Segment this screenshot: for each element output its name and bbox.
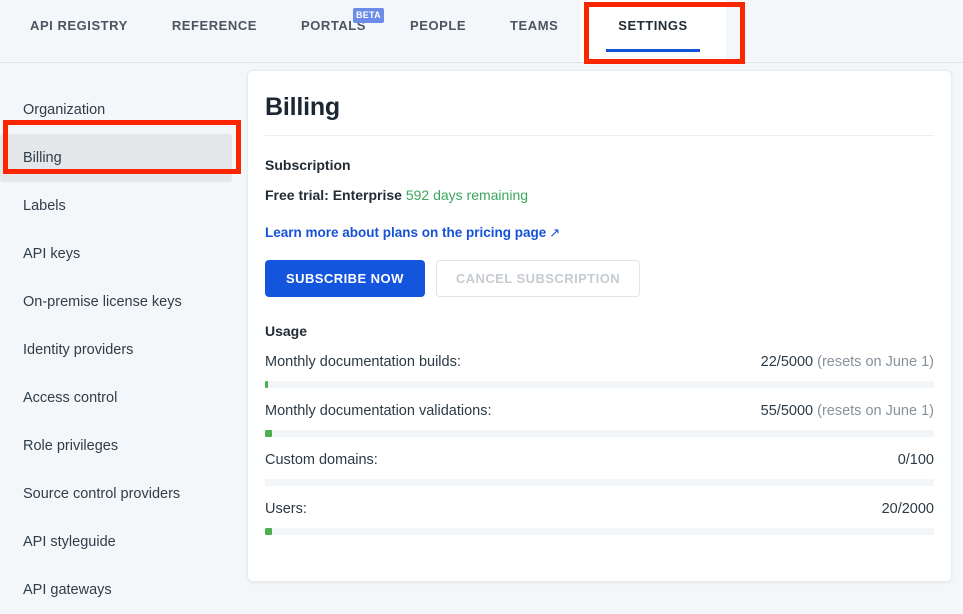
usage-row-users: Users: 20/2000 bbox=[265, 501, 934, 535]
usage-progress-fill bbox=[265, 528, 272, 535]
sidebar-item-label: Source control providers bbox=[23, 486, 181, 502]
usage-row-value: 55/5000 (resets on June 1) bbox=[761, 403, 934, 419]
trial-plan-label: Free trial: Enterprise bbox=[265, 187, 402, 203]
usage-row-reset-note: (resets on June 1) bbox=[813, 403, 934, 419]
usage-progress-track bbox=[265, 528, 934, 535]
usage-row-count: 0/100 bbox=[897, 452, 934, 468]
usage-row-monthly-documentation-builds: Monthly documentation builds: 22/5000 (r… bbox=[265, 354, 934, 388]
tab-label: PEOPLE bbox=[410, 18, 467, 33]
usage-row-head: Custom domains: 0/100 bbox=[265, 452, 934, 468]
sidebar-item-label: On-premise license keys bbox=[23, 294, 182, 310]
sidebar-item-access-control[interactable]: Access control bbox=[0, 374, 236, 422]
usage-progress-track bbox=[265, 430, 934, 437]
sidebar-item-label: Billing bbox=[23, 150, 62, 166]
usage-row-custom-domains: Custom domains: 0/100 bbox=[265, 452, 934, 486]
usage-row-head: Users: 20/2000 bbox=[265, 501, 934, 517]
sidebar-item-api-keys[interactable]: API keys bbox=[0, 230, 236, 278]
sidebar-item-label: Access control bbox=[23, 390, 118, 406]
usage-row-value: 22/5000 (resets on June 1) bbox=[761, 354, 934, 370]
top-navigation-bar: API REGISTRY REFERENCE PORTALS BETA PEOP… bbox=[0, 0, 963, 63]
usage-row-count: 55/5000 bbox=[760, 403, 814, 419]
usage-section: Usage Monthly documentation builds: 22/5… bbox=[265, 323, 934, 535]
usage-row-value: 20/2000 bbox=[882, 501, 934, 517]
tab-people[interactable]: PEOPLE bbox=[388, 0, 488, 62]
usage-progress-fill bbox=[265, 430, 273, 437]
tab-reference[interactable]: REFERENCE bbox=[150, 0, 279, 62]
tab-label: TEAMS bbox=[510, 18, 559, 33]
active-tab-indicator bbox=[606, 49, 700, 52]
billing-panel: Billing Subscription Free trial: Enterpr… bbox=[247, 70, 952, 582]
page-title: Billing bbox=[265, 71, 934, 136]
usage-heading: Usage bbox=[265, 323, 308, 339]
sidebar-item-label: API gateways bbox=[23, 582, 112, 598]
sidebar-item-billing[interactable]: Billing bbox=[0, 134, 232, 182]
tab-label: SETTINGS bbox=[618, 18, 688, 33]
sidebar-item-role-privileges[interactable]: Role privileges bbox=[0, 422, 236, 470]
tab-settings[interactable]: SETTINGS bbox=[580, 0, 726, 62]
sidebar-item-labels[interactable]: Labels bbox=[0, 182, 236, 230]
usage-row-label: Custom domains: bbox=[265, 452, 378, 468]
tab-teams[interactable]: TEAMS bbox=[488, 0, 580, 62]
usage-row-reset-note: (resets on June 1) bbox=[813, 354, 934, 370]
usage-row-value: 0/100 bbox=[898, 452, 934, 468]
usage-progress-track bbox=[265, 381, 934, 388]
subscribe-now-button[interactable]: SUBSCRIBE NOW bbox=[265, 260, 425, 297]
trial-days-remaining: 592 days remaining bbox=[405, 187, 529, 203]
tab-api-registry[interactable]: API REGISTRY bbox=[8, 0, 150, 62]
usage-row-count: 20/2000 bbox=[881, 501, 934, 517]
beta-badge: BETA bbox=[352, 8, 384, 23]
sidebar-item-label: API keys bbox=[23, 246, 81, 262]
usage-row-head: Monthly documentation builds: 22/5000 (r… bbox=[265, 354, 934, 370]
trial-status: Free trial: Enterprise 592 days remainin… bbox=[265, 187, 934, 203]
tab-portals[interactable]: PORTALS BETA bbox=[279, 0, 388, 62]
cancel-subscription-button: CANCEL SUBSCRIPTION bbox=[435, 260, 641, 297]
external-link-arrow-icon: ↗ bbox=[549, 225, 561, 240]
tab-label: API REGISTRY bbox=[30, 18, 128, 33]
usage-progress-fill bbox=[265, 381, 268, 388]
sidebar-item-label: Role privileges bbox=[23, 438, 119, 454]
sidebar-item-label: Organization bbox=[23, 102, 106, 118]
usage-row-head: Monthly documentation validations: 55/50… bbox=[265, 403, 934, 419]
usage-progress-track bbox=[265, 479, 934, 486]
sidebar-item-label: API styleguide bbox=[23, 534, 116, 550]
sidebar-item-api-gateways[interactable]: API gateways bbox=[0, 566, 236, 614]
settings-sidebar: Organization Billing Labels API keys On-… bbox=[0, 70, 236, 614]
sidebar-item-api-styleguide[interactable]: API styleguide bbox=[0, 518, 236, 566]
usage-row-label: Monthly documentation builds: bbox=[265, 354, 461, 370]
tab-label: REFERENCE bbox=[171, 18, 257, 33]
sidebar-item-label: Identity providers bbox=[23, 342, 134, 358]
usage-row-label: Users: bbox=[265, 501, 307, 517]
subscription-heading: Subscription bbox=[265, 157, 351, 173]
pricing-page-link[interactable]: Learn more about plans on the pricing pa… bbox=[265, 225, 560, 241]
usage-row-count: 22/5000 bbox=[760, 354, 814, 370]
sidebar-item-on-premise-license-keys[interactable]: On-premise license keys bbox=[0, 278, 236, 326]
sidebar-item-label: Labels bbox=[23, 198, 66, 214]
subscription-actions: SUBSCRIBE NOW CANCEL SUBSCRIPTION bbox=[265, 260, 934, 297]
pricing-page-link-label: Learn more about plans on the pricing pa… bbox=[265, 225, 547, 240]
sidebar-item-source-control-providers[interactable]: Source control providers bbox=[0, 470, 236, 518]
usage-row-monthly-documentation-validations: Monthly documentation validations: 55/50… bbox=[265, 403, 934, 437]
sidebar-item-identity-providers[interactable]: Identity providers bbox=[0, 326, 236, 374]
nav-tab-list: API REGISTRY REFERENCE PORTALS BETA PEOP… bbox=[0, 0, 963, 62]
sidebar-item-organization[interactable]: Organization bbox=[0, 86, 236, 134]
usage-row-label: Monthly documentation validations: bbox=[265, 403, 492, 419]
